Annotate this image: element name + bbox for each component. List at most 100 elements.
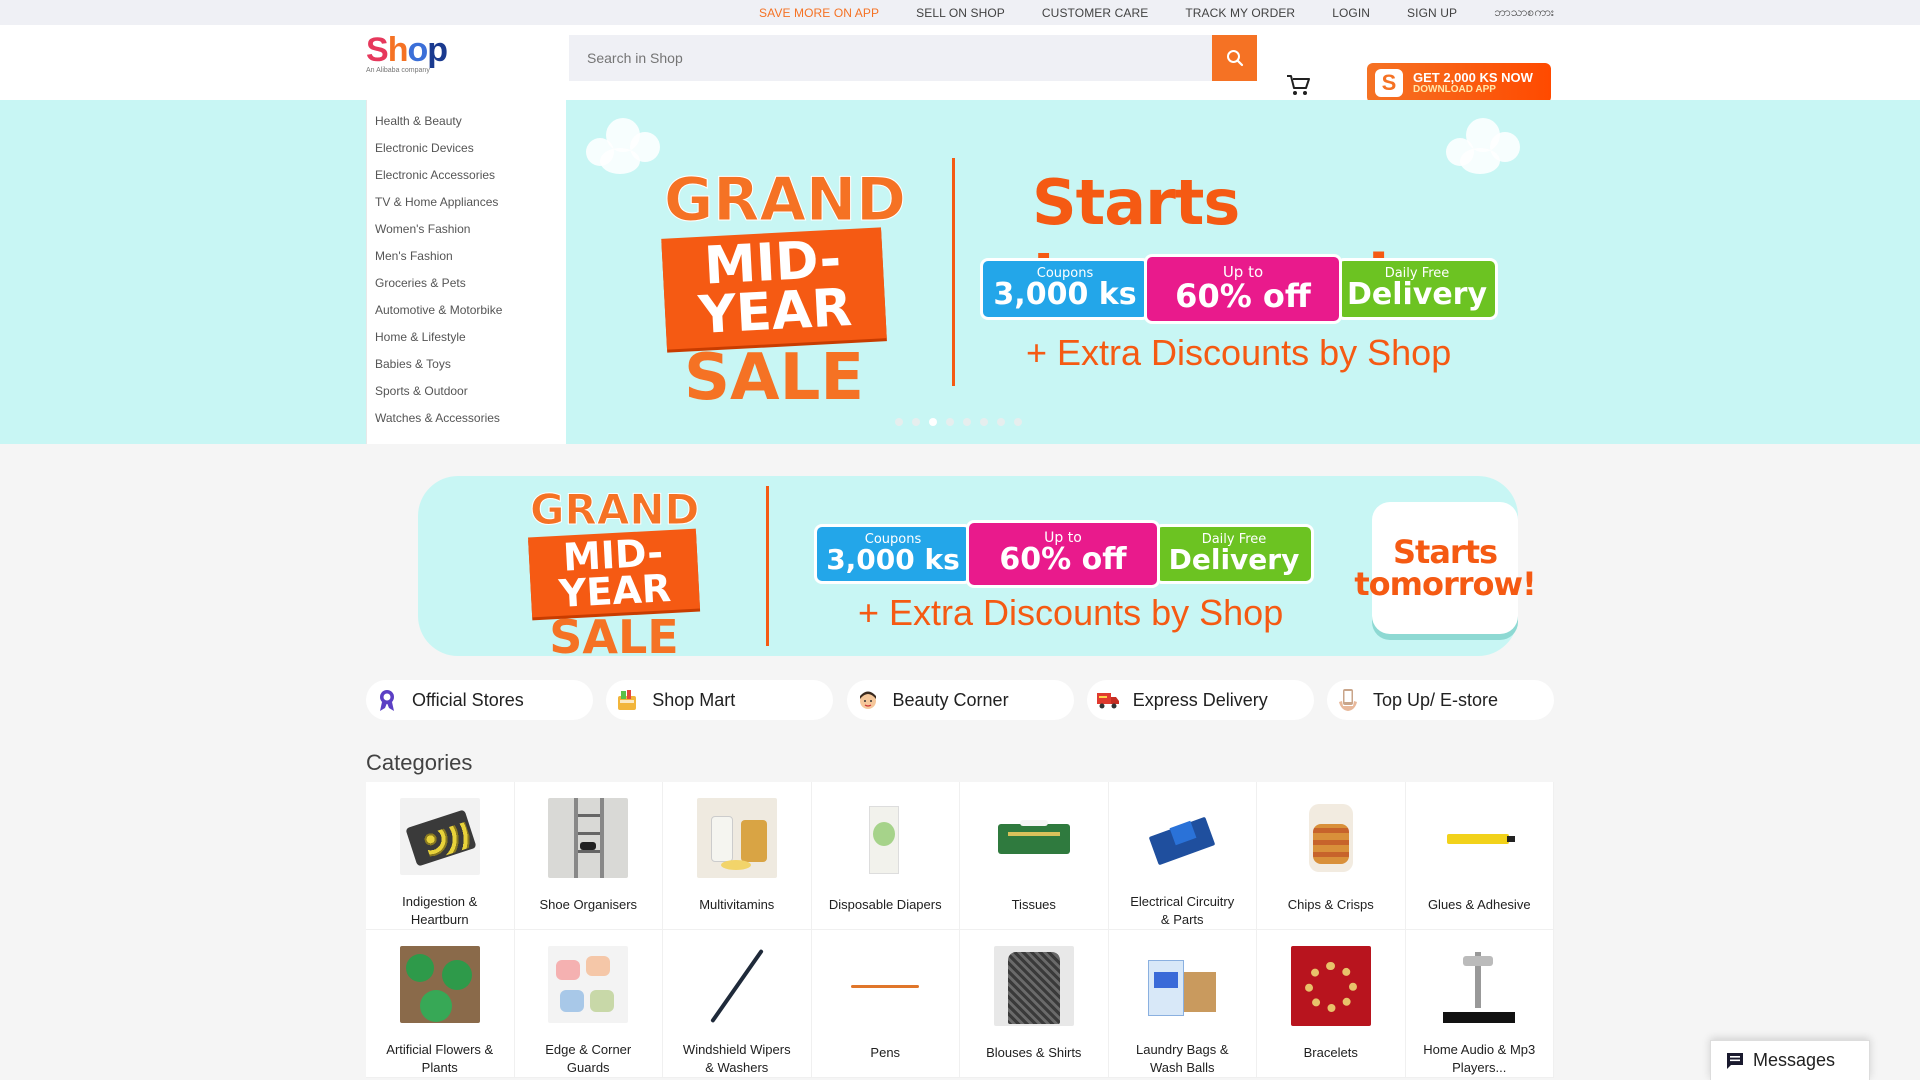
- top-utility-bar: SAVE MORE ON APP SELL ON SHOP CUSTOMER C…: [0, 0, 1920, 25]
- promo-subline: DOWNLOAD APP: [1413, 83, 1496, 95]
- search-input[interactable]: [569, 35, 1212, 81]
- category-thumbnail: [696, 946, 777, 1023]
- category-tile-disposable-diapers[interactable]: Disposable Diapers: [811, 782, 960, 930]
- category-tile-shoe-organisers[interactable]: Shoe Organisers: [514, 782, 663, 930]
- extra-discounts-text: + Extra Discounts by Shop: [1026, 332, 1452, 373]
- category-thumbnail: [1142, 946, 1223, 1023]
- banner-discount-pill: Up to 60% off: [966, 520, 1160, 588]
- top-up-estore-button[interactable]: Top Up/ E-store: [1327, 680, 1554, 720]
- category-thumbnail: [548, 946, 629, 1023]
- beauty-face-icon: [855, 687, 881, 713]
- shop-logo[interactable]: Shop An Alibaba company: [366, 31, 448, 74]
- sidebar-item-sports-outdoor[interactable]: Sports & Outdoor: [367, 380, 566, 407]
- search-button[interactable]: [1212, 35, 1257, 81]
- sidebar-item-electronic-accessories[interactable]: Electronic Accessories: [367, 164, 566, 191]
- express-delivery-button[interactable]: Express Delivery: [1086, 680, 1314, 720]
- banner-divider-line: [766, 486, 769, 646]
- sidebar-item-groceries-pets[interactable]: Groceries & Pets: [367, 272, 566, 299]
- banner-free-delivery-pill: Daily Free Delivery: [1154, 524, 1314, 584]
- offer-pills: Coupons 3,000 ks Up to 60% off Daily Fre…: [980, 254, 1498, 324]
- quick-links-row: Official Stores Shop Mart Beauty Corner …: [366, 680, 1554, 720]
- category-thumbnail: [993, 798, 1074, 878]
- save-more-on-app-link[interactable]: SAVE MORE ON APP: [759, 6, 879, 20]
- category-thumbnail: [845, 946, 926, 1026]
- category-thumbnail: [1290, 946, 1371, 1026]
- app-logo-icon: S: [1375, 69, 1403, 97]
- grand-mid-year-sale-badge: GRAND MID-YEAR SALE: [661, 170, 906, 410]
- sidebar-item-mens-fashion[interactable]: Men's Fashion: [367, 245, 566, 272]
- sign-up-link[interactable]: SIGN UP: [1407, 6, 1457, 20]
- sidebar-item-babies-toys[interactable]: Babies & Toys: [367, 353, 566, 380]
- category-tile-pens[interactable]: Pens: [811, 930, 960, 1078]
- carousel-dot[interactable]: [1014, 418, 1022, 426]
- cart-button[interactable]: [1284, 71, 1312, 99]
- grocery-bag-icon: [614, 687, 640, 713]
- category-tile-laundry-bags[interactable]: Laundry Bags & Wash Balls: [1108, 930, 1257, 1078]
- hand-phone-icon: [1335, 687, 1361, 713]
- sidebar-item-home-lifestyle[interactable]: Home & Lifestyle: [367, 326, 566, 353]
- language-link[interactable]: ဘာသာစကား: [1494, 4, 1554, 22]
- delivery-truck-icon: [1095, 687, 1121, 713]
- divider-line: [952, 158, 955, 386]
- category-tile-indigestion-heartburn[interactable]: Indigestion & Heartburn: [366, 782, 515, 930]
- beauty-corner-button[interactable]: Beauty Corner: [846, 680, 1074, 720]
- messages-button[interactable]: Messages: [1710, 1040, 1870, 1080]
- carousel-dot[interactable]: [946, 418, 954, 426]
- category-thumbnail: [399, 798, 480, 875]
- category-thumbnail: [399, 946, 480, 1023]
- discount-pill: Up to 60% off: [1144, 254, 1342, 324]
- header: Shop An Alibaba company S GET 2,000 KS N…: [0, 25, 1920, 103]
- shop-mart-button[interactable]: Shop Mart: [606, 680, 834, 720]
- sidebar-item-watches-accessories[interactable]: Watches & Accessories: [367, 407, 566, 434]
- carousel-dot[interactable]: [963, 418, 971, 426]
- carousel-dot[interactable]: [912, 418, 920, 426]
- category-thumbnail: [696, 798, 777, 878]
- carousel-dot[interactable]: [980, 418, 988, 426]
- carousel-dot-active[interactable]: [929, 418, 937, 426]
- ribbon-icon: [374, 687, 400, 713]
- sidebar-item-automotive-motorbike[interactable]: Automotive & Motorbike: [367, 299, 566, 326]
- categories-grid: Indigestion & Heartburn Shoe Organisers M…: [366, 782, 1554, 1078]
- sidebar-item-womens-fashion[interactable]: Women's Fashion: [367, 218, 566, 245]
- category-tile-chips-crisps[interactable]: Chips & Crisps: [1257, 782, 1406, 930]
- carousel-dot[interactable]: [895, 418, 903, 426]
- login-link[interactable]: LOGIN: [1332, 6, 1370, 20]
- track-my-order-link[interactable]: TRACK MY ORDER: [1185, 6, 1295, 20]
- promo-headline: GET 2,000 KS NOW: [1413, 69, 1533, 85]
- sidebar-item-electronic-devices[interactable]: Electronic Devices: [367, 137, 566, 164]
- category-tile-blouses-shirts[interactable]: Blouses & Shirts: [960, 930, 1109, 1078]
- official-stores-button[interactable]: Official Stores: [366, 680, 593, 720]
- categories-heading: Categories: [366, 750, 473, 775]
- hero-section: Health & Beauty Electronic Devices Elect…: [0, 100, 1920, 444]
- category-tile-multivitamins[interactable]: Multivitamins: [663, 782, 812, 930]
- search-bar: [569, 35, 1257, 81]
- sell-on-shop-link[interactable]: SELL ON SHOP: [916, 6, 1005, 20]
- banner-coupons-pill: Coupons 3,000 ks: [814, 524, 972, 584]
- category-tile-tissues[interactable]: Tissues: [960, 782, 1109, 930]
- category-thumbnail: [1142, 798, 1223, 875]
- mid-year-sale-banner[interactable]: GRAND MID-YEAR SALE Coupons 3,000 ks Up …: [418, 476, 1537, 660]
- free-delivery-pill: Daily Free Delivery: [1336, 258, 1498, 320]
- sidebar-item-health-beauty[interactable]: Health & Beauty: [367, 110, 566, 137]
- category-tile-home-audio[interactable]: Home Audio & Mp3 Players...: [1405, 930, 1554, 1078]
- category-tile-windshield-wipers[interactable]: Windshield Wipers & Washers: [663, 930, 812, 1078]
- category-thumbnail: [993, 946, 1074, 1026]
- category-tile-glues-adhesive[interactable]: Glues & Adhesive: [1405, 782, 1554, 930]
- carousel-dot[interactable]: [997, 418, 1005, 426]
- banner-extra-discounts-text: + Extra Discounts by Shop: [858, 592, 1284, 633]
- category-tile-edge-corner-guards[interactable]: Edge & Corner Guards: [514, 930, 663, 1078]
- sidebar-item-tv-home-appliances[interactable]: TV & Home Appliances: [367, 191, 566, 218]
- category-tile-electrical-circuitry[interactable]: Electrical Circuitry & Parts: [1108, 782, 1257, 930]
- search-icon: [1226, 50, 1243, 67]
- download-app-banner[interactable]: S GET 2,000 KS NOW DOWNLOAD APP: [1367, 63, 1551, 103]
- category-tile-artificial-flowers[interactable]: Artificial Flowers & Plants: [366, 930, 515, 1078]
- chat-icon: [1727, 1052, 1743, 1069]
- cart-icon: [1287, 75, 1310, 95]
- logo-wordmark: Shop: [366, 31, 448, 69]
- hero-carousel[interactable]: GRAND MID-YEAR SALE Starts tomorrow! Cou…: [566, 100, 1554, 444]
- starts-tomorrow-card: Starts tomorrow!: [1354, 502, 1537, 634]
- category-tile-bracelets[interactable]: Bracelets: [1257, 930, 1406, 1078]
- customer-care-link[interactable]: CUSTOMER CARE: [1042, 6, 1148, 20]
- category-thumbnail: [1290, 798, 1371, 878]
- category-thumbnail: [1439, 798, 1520, 878]
